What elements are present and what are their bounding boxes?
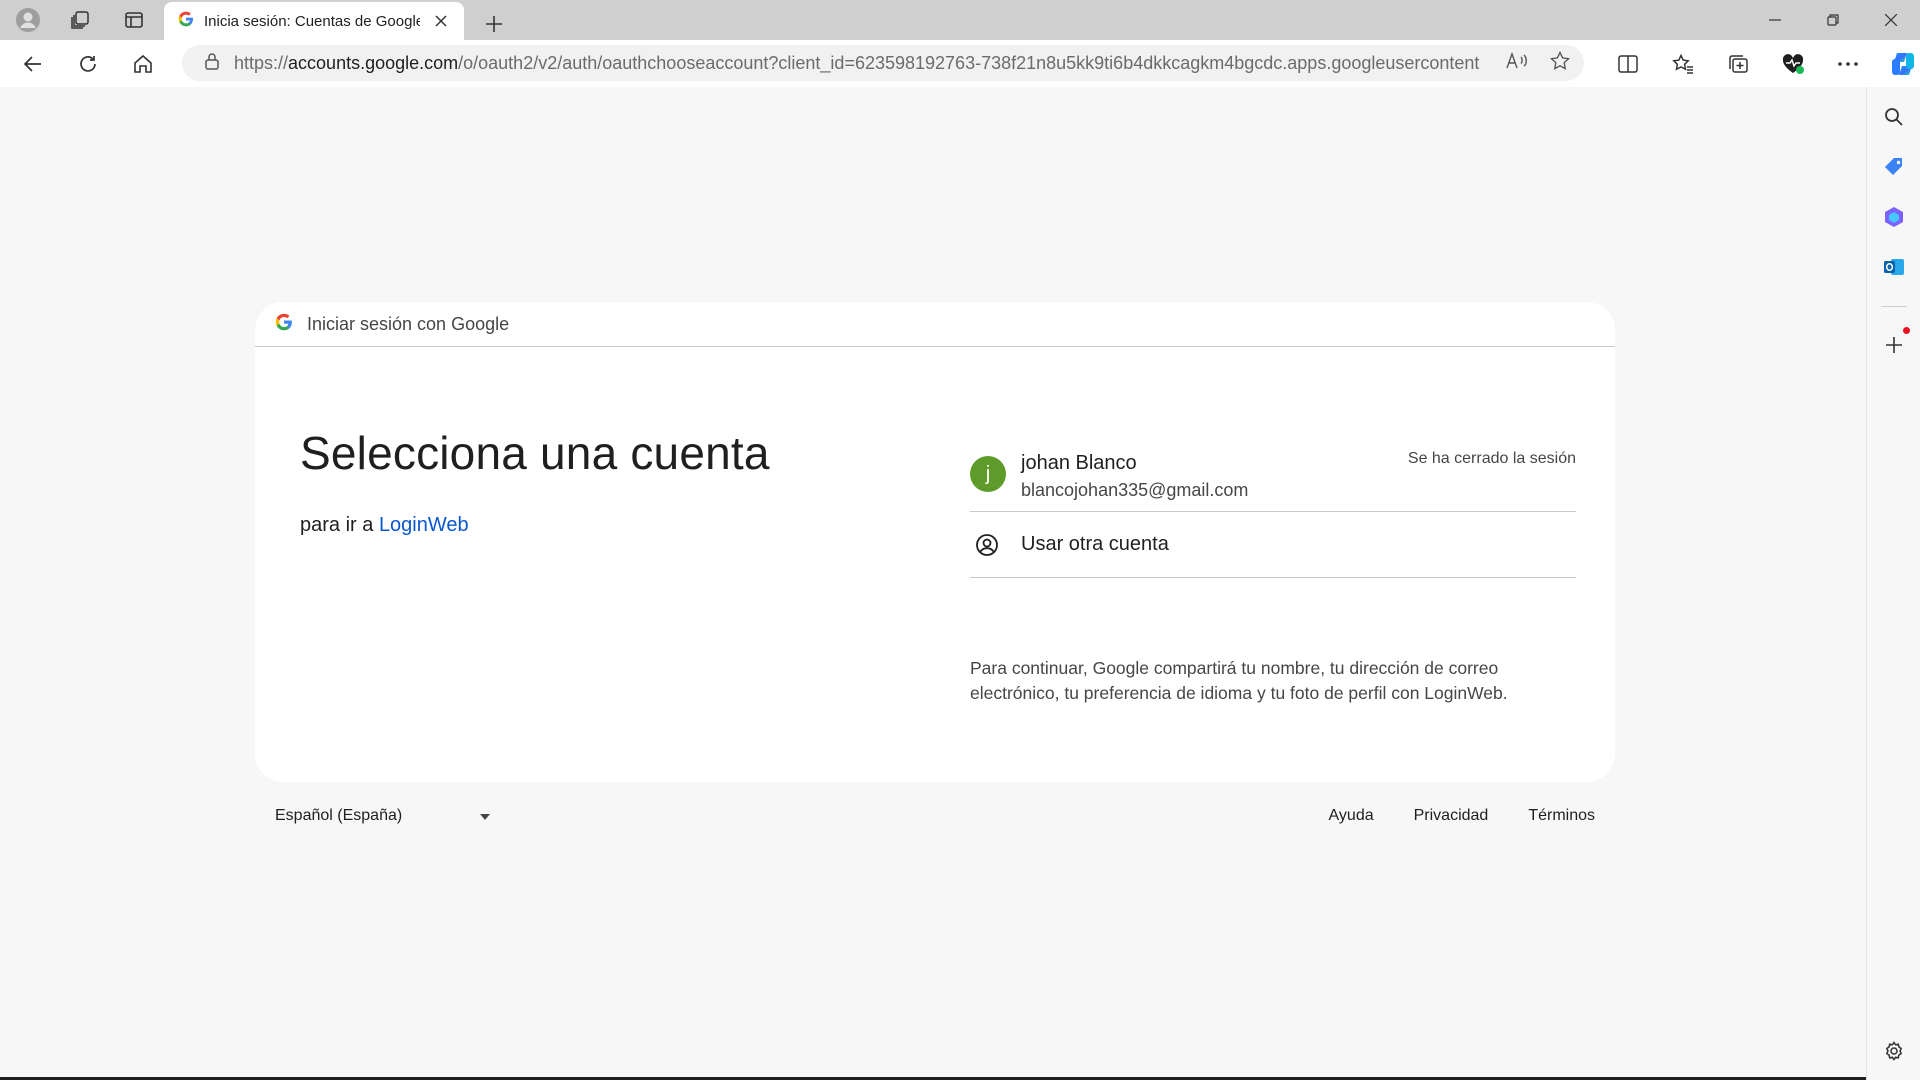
favorite-star-icon[interactable]	[1549, 50, 1571, 76]
tab-strip: Inicia sesión: Cuentas de Google	[0, 0, 1920, 40]
help-link[interactable]: Ayuda	[1329, 807, 1374, 825]
language-label: Español (España)	[275, 807, 403, 824]
account-name: johan Blanco	[1021, 452, 1137, 474]
google-favicon-icon	[178, 11, 194, 32]
notification-dot	[1903, 327, 1910, 334]
sidebar-settings-icon[interactable]	[1880, 1037, 1908, 1065]
address-bar[interactable]: https://accounts.google.com/o/oauth2/v2/…	[182, 45, 1584, 81]
lock-icon[interactable]	[204, 52, 220, 75]
window-controls	[1746, 0, 1920, 40]
close-tab-icon[interactable]	[430, 10, 452, 32]
shopping-tag-icon[interactable]	[1880, 153, 1908, 181]
copilot-icon[interactable]	[1875, 44, 1920, 84]
profile-icon[interactable]	[8, 0, 48, 40]
privacy-link[interactable]: Privacidad	[1414, 807, 1489, 825]
collections-icon[interactable]	[1710, 44, 1765, 84]
restore-icon[interactable]	[1804, 0, 1862, 40]
read-aloud-icon[interactable]	[1506, 51, 1528, 75]
browser-essentials-icon[interactable]	[1765, 44, 1820, 84]
avatar: j	[970, 456, 1006, 492]
card-header-text: Iniciar sesión con Google	[307, 313, 510, 334]
use-another-account-button[interactable]: Usar otra cuenta	[970, 512, 1576, 578]
tab-title: Inicia sesión: Cuentas de Google	[204, 12, 420, 30]
url-prefix: https://	[234, 52, 289, 73]
sign-in-card: Iniciar sesión con Google Selecciona una…	[255, 302, 1615, 782]
account-list: j johan Blanco blancojohan335@gmail.com …	[970, 440, 1576, 578]
terms-link[interactable]: Términos	[1528, 807, 1595, 825]
active-tab[interactable]: Inicia sesión: Cuentas de Google	[164, 2, 464, 40]
app-name-link[interactable]: LoginWeb	[379, 514, 469, 536]
add-sidebar-app-icon[interactable]	[1880, 327, 1910, 359]
outlook-icon[interactable]	[1880, 253, 1908, 281]
url-text[interactable]: https://accounts.google.com/o/oauth2/v2/…	[234, 53, 1479, 74]
dropdown-arrow-icon	[480, 807, 490, 825]
use-another-account-label: Usar otra cuenta	[1021, 533, 1169, 555]
language-selector[interactable]: Español (España)	[275, 807, 490, 825]
more-menu-icon[interactable]	[1820, 44, 1875, 84]
continue-to-text: para ir a LoginWeb	[300, 514, 469, 537]
privacy-disclaimer: Para continuar, Google compartirá tu nom…	[970, 658, 1508, 703]
workspaces-icon[interactable]	[60, 0, 100, 40]
continue-to-prefix: para ir a	[300, 514, 374, 536]
page-title: Selecciona una cuenta	[300, 427, 770, 479]
home-icon[interactable]	[121, 44, 165, 84]
account-row[interactable]: j johan Blanco blancojohan335@gmail.com …	[970, 440, 1576, 512]
account-circle-icon	[974, 532, 1000, 558]
search-icon[interactable]	[1880, 103, 1908, 131]
signed-out-status: Se ha cerrado la sesión	[1407, 450, 1576, 467]
sidebar-divider	[1881, 306, 1907, 307]
account-email: blancojohan335@gmail.com	[1021, 480, 1249, 500]
url-domain: accounts.google.com	[288, 52, 459, 73]
vertical-tabs-icon[interactable]	[114, 0, 154, 40]
card-header: Iniciar sesión con Google	[255, 302, 1615, 347]
page-content: Iniciar sesión con Google Selecciona una…	[4, 87, 1862, 1077]
refresh-icon[interactable]	[66, 44, 110, 84]
edge-sidebar	[1866, 87, 1920, 1080]
url-path: /o/oauth2/v2/auth/oauthchooseaccount?cli…	[458, 52, 1479, 73]
browser-toolbar: https://accounts.google.com/o/oauth2/v2/…	[0, 40, 1920, 87]
back-icon[interactable]	[11, 44, 55, 84]
google-logo-icon	[275, 313, 293, 336]
minimize-icon[interactable]	[1746, 0, 1804, 40]
new-tab-icon[interactable]	[474, 4, 514, 44]
close-window-icon[interactable]	[1862, 0, 1920, 40]
page-footer: Español (España) Ayuda Privacidad Términ…	[255, 799, 1615, 839]
favorites-icon[interactable]	[1655, 44, 1710, 84]
copilot-sidebar-icon[interactable]	[1880, 203, 1908, 231]
split-screen-icon[interactable]	[1600, 44, 1655, 84]
